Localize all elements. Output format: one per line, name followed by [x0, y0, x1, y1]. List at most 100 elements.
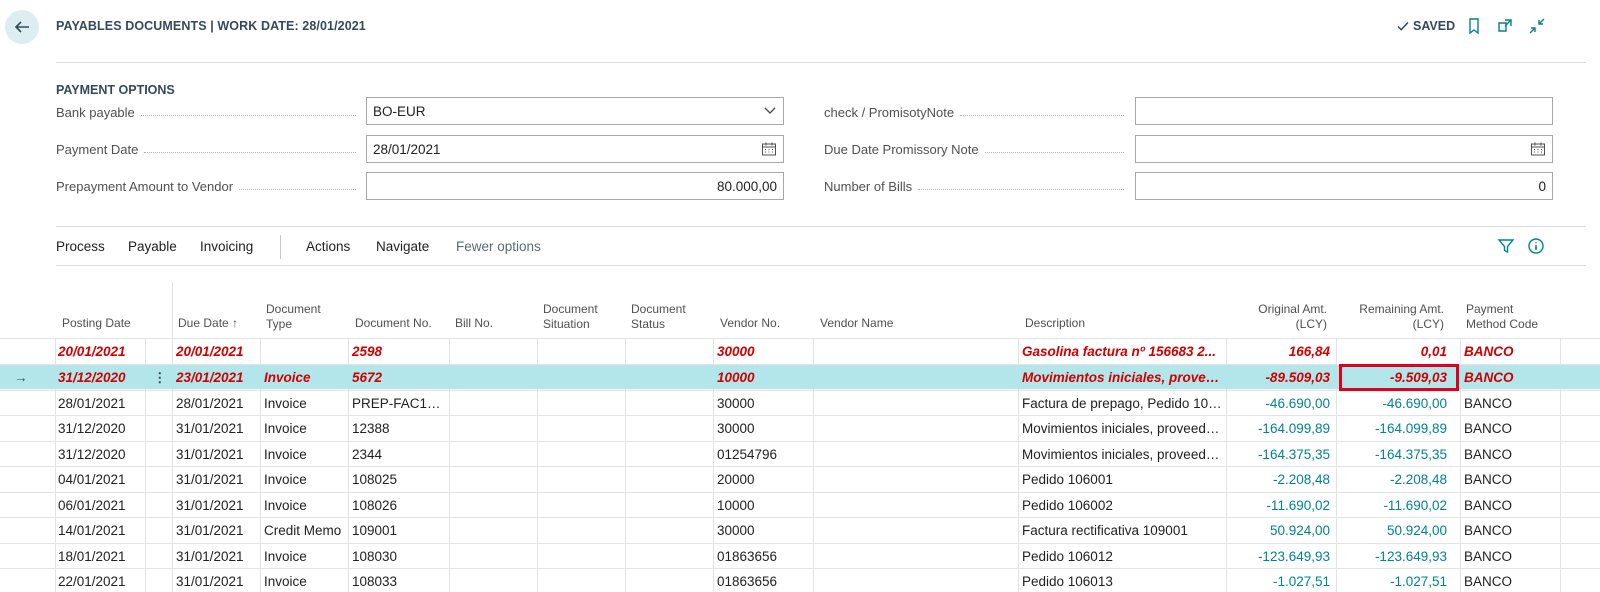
cell-original-amt[interactable]: -164.375,35 [1230, 442, 1330, 467]
cell-original-amt[interactable]: -1.027,51 [1230, 569, 1330, 592]
cell-posting-date: 14/01/2021 [58, 523, 126, 538]
action-payable[interactable]: Payable [128, 239, 177, 254]
cell-vendor-no[interactable]: 20000 [717, 467, 811, 492]
cell-payment-method: BANCO [1464, 344, 1514, 359]
bookmark-icon[interactable] [1464, 16, 1484, 36]
action-navigate[interactable]: Navigate [376, 239, 429, 254]
payment-date-field[interactable]: 28/01/2021 [366, 135, 784, 163]
col-due-date[interactable]: Due Date ↑ [178, 316, 238, 331]
calendar-icon[interactable] [1530, 141, 1546, 160]
cell-vendor-no[interactable]: 30000 [717, 339, 811, 364]
cell-vendor-no[interactable]: 30000 [717, 416, 811, 441]
cell-remaining-amt[interactable]: -1.027,51 [1340, 569, 1447, 592]
cell-original-amt[interactable]: -11.690,02 [1230, 493, 1330, 518]
cell-due-date: 31/01/2021 [176, 498, 244, 513]
cell-document-type: Invoice [264, 447, 307, 462]
cell-document-no[interactable]: 5672 [352, 365, 447, 390]
cell-original-amt[interactable]: -2.208,48 [1230, 467, 1330, 492]
number-of-bills-field[interactable]: 0 [1135, 172, 1553, 200]
saved-label: SAVED [1413, 19, 1456, 33]
col-document-situation[interactable]: Document Situation [543, 302, 598, 332]
cell-document-no[interactable]: 12388 [352, 416, 447, 441]
col-document-status[interactable]: Document Status [631, 302, 686, 332]
saved-status: SAVED [1396, 19, 1455, 33]
cell-remaining-amt[interactable]: 50.924,00 [1340, 518, 1447, 543]
cell-document-no[interactable]: 108025 [352, 467, 447, 492]
col-payment-method[interactable]: Payment Method Code [1466, 302, 1538, 332]
cell-document-type: Invoice [264, 574, 307, 589]
table-row[interactable]: 14/01/2021 31/01/2021 Credit Memo 109001… [0, 517, 1600, 542]
cell-description: Factura de prepago, Pedido 106... [1022, 396, 1222, 411]
cell-payment-method: BANCO [1464, 549, 1513, 564]
col-posting-date[interactable]: Posting Date [62, 316, 131, 331]
cell-document-no[interactable]: 108026 [352, 493, 447, 518]
cell-document-no[interactable]: PREP-FAC103... [352, 391, 447, 416]
payment-options-title: PAYMENT OPTIONS [56, 83, 175, 97]
cell-vendor-no[interactable]: 10000 [717, 365, 811, 390]
action-invoicing[interactable]: Invoicing [200, 239, 253, 254]
check-note-field[interactable] [1135, 97, 1553, 125]
cell-remaining-amt[interactable]: -123.649,93 [1340, 544, 1447, 569]
cell-document-no[interactable]: 109001 [352, 518, 447, 543]
table-row[interactable]: 31/12/2020 31/01/2021 Invoice 12388 3000… [0, 415, 1600, 440]
table-row[interactable]: 20/01/2021 20/01/2021 2598 30000 Gasolin… [0, 338, 1600, 363]
table-row[interactable]: 18/01/2021 31/01/2021 Invoice 108030 018… [0, 543, 1600, 568]
cell-vendor-no[interactable]: 01863656 [717, 569, 811, 592]
col-document-type[interactable]: Document Type [266, 302, 321, 332]
action-process[interactable]: Process [56, 239, 105, 254]
cell-document-no[interactable]: 2344 [352, 442, 447, 467]
cell-vendor-no[interactable]: 10000 [717, 493, 811, 518]
cell-vendor-no[interactable]: 30000 [717, 391, 811, 416]
action-bar: Process Payable Invoicing Actions Naviga… [56, 226, 1586, 266]
back-button[interactable] [5, 10, 39, 44]
cell-document-no[interactable]: 2598 [352, 339, 447, 364]
chevron-down-icon [763, 103, 777, 120]
cell-remaining-amt[interactable]: -2.208,48 [1340, 467, 1447, 492]
due-date-note-field[interactable] [1135, 135, 1553, 163]
cell-original-amt[interactable]: 50.924,00 [1230, 518, 1330, 543]
bank-payable-select[interactable]: BO-EUR [366, 97, 784, 125]
col-vendor-name[interactable]: Vendor Name [820, 316, 893, 331]
col-document-no[interactable]: Document No. [355, 316, 432, 331]
cell-remaining-amt[interactable]: -11.690,02 [1340, 493, 1447, 518]
cell-vendor-no[interactable]: 30000 [717, 518, 811, 543]
cell-document-type: Invoice [264, 370, 311, 385]
cell-remaining-amt[interactable]: -164.375,35 [1340, 442, 1447, 467]
bank-payable-label: Bank payable [56, 105, 356, 120]
open-in-new-window-icon[interactable] [1495, 16, 1515, 36]
cell-document-type: Invoice [264, 472, 307, 487]
cell-vendor-no[interactable]: 01254796 [717, 442, 811, 467]
cell-description: Movimientos iniciales, provee... [1022, 370, 1222, 385]
col-bill-no[interactable]: Bill No. [455, 316, 493, 331]
cell-remaining-amt[interactable]: -164.099,89 [1340, 416, 1447, 441]
prepayment-amount-field[interactable]: 80.000,00 [366, 172, 784, 200]
cell-payment-method: BANCO [1464, 574, 1513, 589]
cell-original-amt[interactable]: -164.099,89 [1230, 416, 1330, 441]
cell-due-date: 31/01/2021 [176, 421, 244, 436]
collapse-icon[interactable] [1527, 16, 1547, 36]
cell-document-no[interactable]: 108030 [352, 544, 447, 569]
info-icon[interactable] [1527, 237, 1545, 258]
table-row[interactable]: 28/01/2021 28/01/2021 Invoice PREP-FAC10… [0, 390, 1600, 415]
col-original-amt[interactable]: Original Amt. (LCY) [1230, 302, 1327, 332]
cell-remaining-amt[interactable]: -46.690,00 [1340, 391, 1447, 416]
cell-due-date: 31/01/2021 [176, 472, 244, 487]
cell-posting-date: 18/01/2021 [58, 549, 126, 564]
more-vertical-icon[interactable]: ⋮ [153, 365, 163, 390]
table-row[interactable]: 22/01/2021 31/01/2021 Invoice 108033 018… [0, 568, 1600, 592]
table-row[interactable]: 06/01/2021 31/01/2021 Invoice 108026 100… [0, 492, 1600, 517]
filter-icon[interactable] [1497, 237, 1515, 258]
action-actions[interactable]: Actions [306, 239, 350, 254]
col-vendor-no[interactable]: Vendor No. [720, 316, 780, 331]
cell-vendor-no[interactable]: 01863656 [717, 544, 811, 569]
cell-description: Movimientos iniciales, proveedo... [1022, 447, 1222, 462]
calendar-icon[interactable] [761, 141, 777, 160]
table-row[interactable]: 31/12/2020 31/01/2021 Invoice 2344 01254… [0, 441, 1600, 466]
cell-original-amt[interactable]: -123.649,93 [1230, 544, 1330, 569]
table-row[interactable]: 04/01/2021 31/01/2021 Invoice 108025 200… [0, 466, 1600, 491]
col-remaining-amt[interactable]: Remaining Amt. (LCY) [1340, 302, 1444, 332]
col-description[interactable]: Description [1025, 316, 1085, 331]
cell-document-no[interactable]: 108033 [352, 569, 447, 592]
cell-original-amt[interactable]: -46.690,00 [1230, 391, 1330, 416]
fewer-options-button[interactable]: Fewer options [456, 239, 541, 254]
